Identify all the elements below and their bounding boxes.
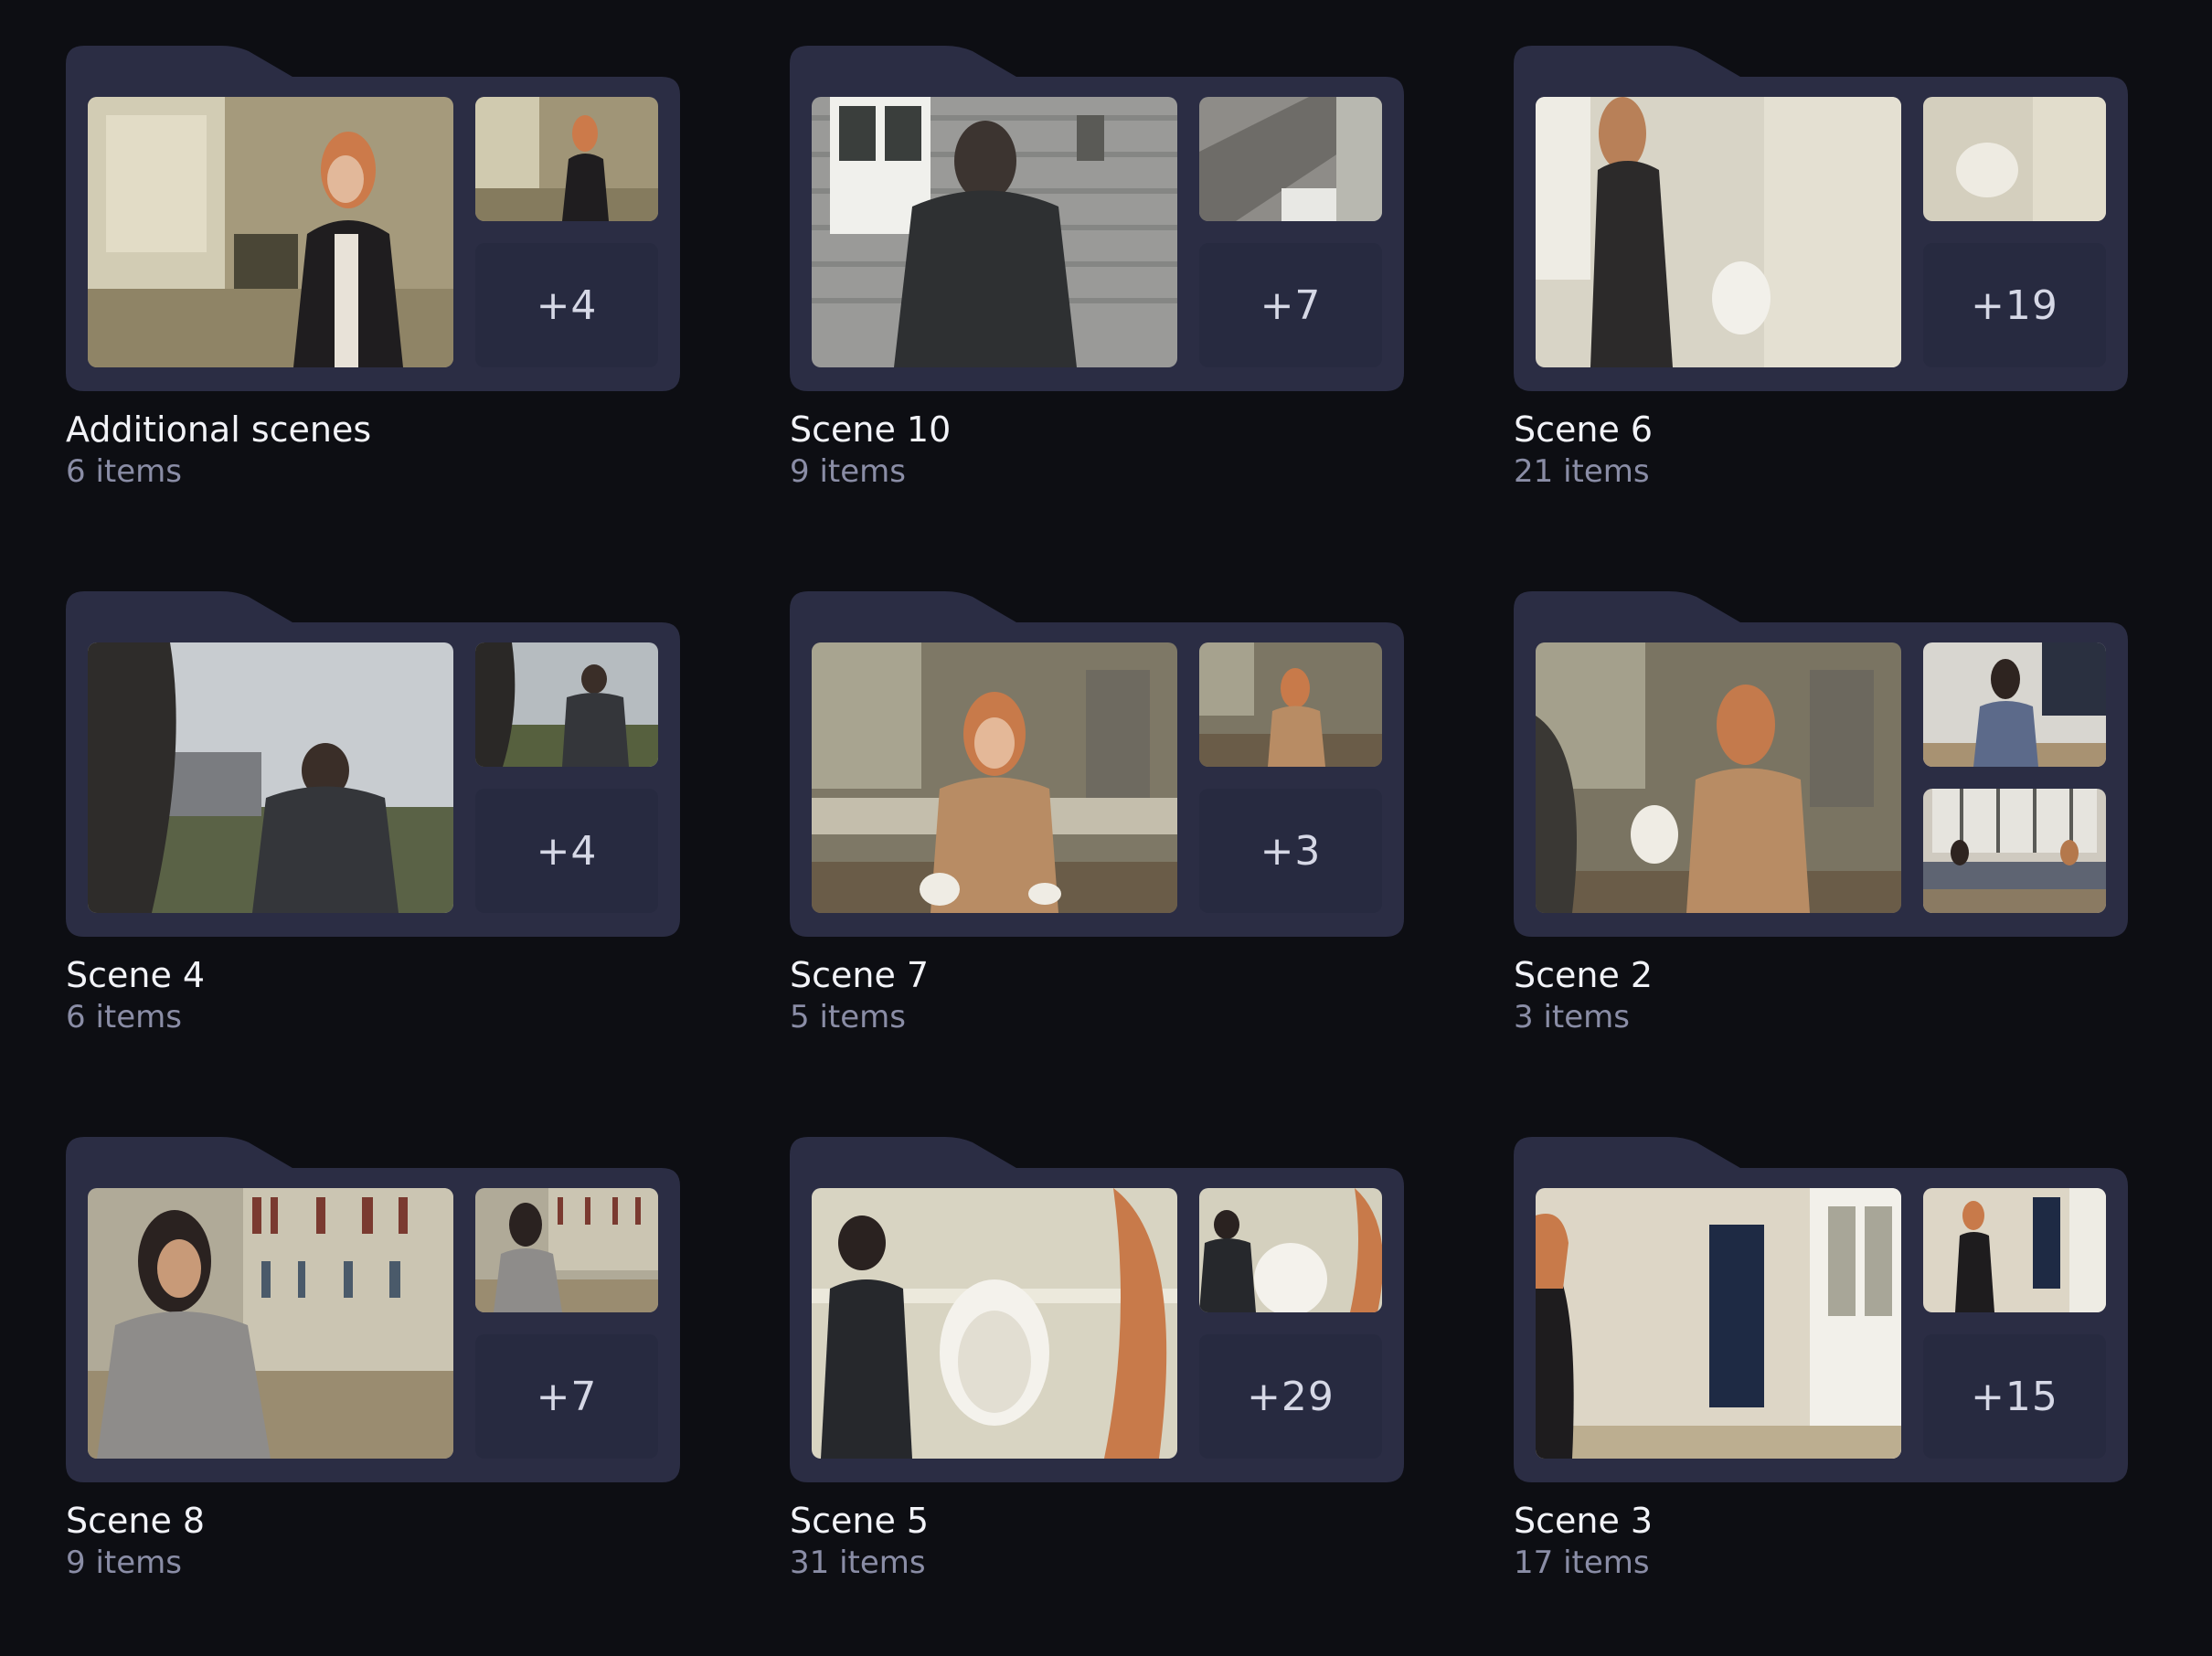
folder-title: Scene 6 <box>1514 409 1654 450</box>
folder-item-count: 3 items <box>1514 999 1630 1035</box>
folder-title: Scene 3 <box>1514 1501 1654 1541</box>
thumbnail-main <box>1536 97 1901 367</box>
folder-title: Scene 2 <box>1514 955 1654 995</box>
folder-item-count: 9 items <box>66 1545 182 1581</box>
thumbnail-secondary <box>1199 642 1382 767</box>
thumbnail-secondary <box>475 642 658 767</box>
thumbnail-secondary <box>1923 1188 2106 1312</box>
thumbnail-secondary <box>1923 642 2106 767</box>
thumbnail-secondary <box>1199 1188 1382 1312</box>
folder-card[interactable]: Scene 2 3 items <box>1514 591 2128 1110</box>
folder-item-count: 17 items <box>1514 1545 1650 1581</box>
folder-card[interactable]: +15 Scene 3 17 items <box>1514 1137 2128 1656</box>
thumbnail-main <box>1536 642 1901 913</box>
folder-item-count: 5 items <box>790 999 906 1035</box>
more-items-count: +19 <box>1923 243 2106 367</box>
folder-card[interactable]: +7 Scene 8 9 items <box>66 1137 680 1656</box>
thumbnail-tertiary <box>1923 789 2106 913</box>
folder-title: Additional scenes <box>66 409 372 450</box>
thumbnail-main <box>812 642 1177 913</box>
thumbnail-main <box>88 1188 453 1459</box>
more-items-count: +4 <box>475 243 658 367</box>
folder-card[interactable]: +29 Scene 5 31 items <box>790 1137 1404 1656</box>
folder-item-count: 21 items <box>1514 453 1650 490</box>
scene-folder-grid: +4 Additional scenes 6 items +7 Scene 10… <box>0 0 2212 1632</box>
thumbnail-main <box>812 97 1177 367</box>
thumbnail-main <box>88 642 453 913</box>
thumbnail-main <box>812 1188 1177 1459</box>
thumbnail-secondary <box>1199 97 1382 221</box>
more-items-count: +3 <box>1199 789 1382 913</box>
thumbnail-secondary <box>475 97 658 221</box>
more-items-count: +7 <box>475 1334 658 1459</box>
more-items-count: +7 <box>1199 243 1382 367</box>
more-items-count: +15 <box>1923 1334 2106 1459</box>
folder-card[interactable]: +3 Scene 7 5 items <box>790 591 1404 1110</box>
more-items-count: +4 <box>475 789 658 913</box>
folder-item-count: 31 items <box>790 1545 926 1581</box>
thumbnail-secondary <box>1923 97 2106 221</box>
folder-card[interactable]: +4 Additional scenes 6 items <box>66 46 680 565</box>
folder-item-count: 6 items <box>66 453 182 490</box>
folder-card[interactable]: +4 Scene 4 6 items <box>66 591 680 1110</box>
folder-item-count: 6 items <box>66 999 182 1035</box>
thumbnail-main <box>1536 1188 1901 1459</box>
folder-card[interactable]: +19 Scene 6 21 items <box>1514 46 2128 565</box>
folder-item-count: 9 items <box>790 453 906 490</box>
more-items-count: +29 <box>1199 1334 1382 1459</box>
folder-title: Scene 10 <box>790 409 952 450</box>
folder-title: Scene 5 <box>790 1501 930 1541</box>
folder-title: Scene 7 <box>790 955 930 995</box>
folder-title: Scene 8 <box>66 1501 206 1541</box>
thumbnail-secondary <box>475 1188 658 1312</box>
folder-card[interactable]: +7 Scene 10 9 items <box>790 46 1404 565</box>
folder-title: Scene 4 <box>66 955 206 995</box>
thumbnail-main <box>88 97 453 367</box>
